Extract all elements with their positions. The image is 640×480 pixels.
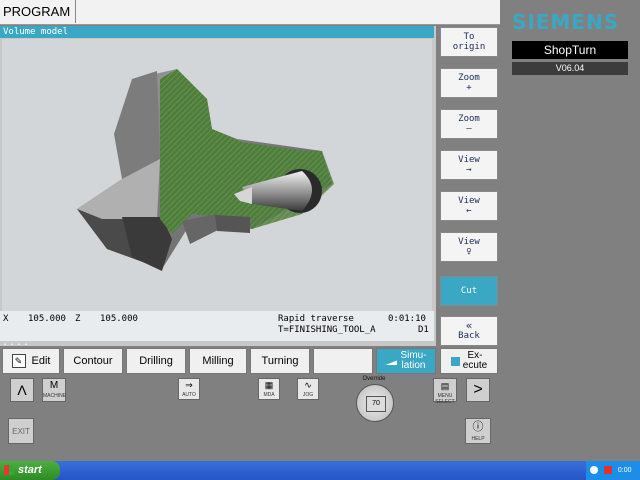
zoom-out-button[interactable]: Zoom –: [440, 109, 498, 139]
override-dial[interactable]: 70: [356, 384, 394, 422]
part-3d-model: [77, 69, 334, 271]
x-axis-label: X: [3, 314, 9, 324]
view-left-button[interactable]: View ←: [440, 191, 498, 221]
z-axis-value: 105.000: [100, 314, 138, 324]
pencil-icon: ✎: [11, 354, 26, 368]
mda-icon: ▦: [264, 380, 274, 390]
auto-arrow-icon: ⇒: [185, 380, 193, 390]
jog-caption: JOG: [302, 392, 314, 398]
volume-model-viewport[interactable]: [2, 39, 432, 311]
run-time: 0:01:10: [388, 314, 426, 324]
milling-button[interactable]: Milling: [189, 348, 247, 374]
simulation-button[interactable]: Simu- lation: [376, 348, 436, 374]
taskbar: [0, 461, 640, 480]
simulation-icon: [385, 360, 398, 365]
auto-caption: AUTO: [182, 392, 196, 398]
override-value: 70: [366, 396, 386, 412]
auto-key[interactable]: ⇒ AUTO: [178, 378, 200, 400]
menu-select-key[interactable]: ▤ MENU SELECT: [433, 378, 457, 405]
simulation-panel: Volume model X 105.000 Z 105.000 Rapid t…: [0, 26, 436, 346]
edit-label: Edit: [31, 355, 51, 367]
start-button[interactable]: start: [0, 461, 60, 480]
mda-key[interactable]: ▦ MDA: [258, 378, 280, 400]
menu-caption: MENU SELECT: [435, 393, 455, 405]
turning-button[interactable]: Turning: [250, 348, 310, 374]
info-icon: ⓘ: [472, 421, 484, 433]
status-area: X 105.000 Z 105.000 Rapid traverse 0:01:…: [0, 311, 434, 341]
traverse-mode: Rapid traverse: [278, 314, 354, 324]
machine-icon: M: [49, 380, 59, 391]
back-button[interactable]: « Back: [440, 316, 498, 346]
x-axis-value: 105.000: [28, 314, 66, 324]
view-right-button[interactable]: View →: [440, 150, 498, 180]
program-title: PROGRAM: [0, 0, 76, 23]
machine-key[interactable]: M MACHINE: [42, 378, 66, 402]
tray-icon: [603, 466, 612, 475]
double-chevron-left-icon: «: [465, 319, 473, 332]
drilling-button[interactable]: Drilling: [126, 348, 186, 374]
help-key[interactable]: ⓘ HELP: [465, 418, 491, 444]
back-label: Back: [458, 331, 480, 341]
title-bar: PROGRAM: [0, 0, 500, 25]
machine-caption: MACHINE: [43, 393, 67, 399]
execute-icon: [450, 356, 460, 366]
z-axis-label: Z: [75, 314, 81, 324]
up-arrow-key[interactable]: Λ: [10, 378, 34, 402]
progress-dots: ....: [2, 337, 31, 348]
help-caption: HELP: [471, 436, 485, 442]
clock: 0:00: [617, 467, 632, 474]
jog-icon: ∿: [304, 380, 312, 390]
blank-softkey[interactable]: [313, 348, 373, 374]
product-name: ShopTurn: [512, 41, 628, 59]
jog-key[interactable]: ∿ JOG: [297, 378, 319, 400]
edit-button[interactable]: ✎ Edit: [2, 348, 60, 374]
zoom-in-button[interactable]: Zoom +: [440, 68, 498, 98]
override-label: Override: [362, 376, 386, 382]
version-label: V06.04: [512, 62, 628, 75]
simulation-label: Simu- lation: [400, 350, 427, 371]
contour-button[interactable]: Contour: [63, 348, 123, 374]
siemens-logo: SIEMENS: [512, 10, 620, 34]
menu-icon: ▤: [440, 381, 450, 391]
exit-key[interactable]: EXIT: [8, 418, 34, 444]
tool-name: T=FINISHING_TOOL_A: [278, 325, 376, 335]
windows-logo-icon: [4, 465, 14, 475]
to-origin-button[interactable]: To origin: [440, 27, 498, 57]
execute-button[interactable]: Ex- ecute: [440, 348, 498, 374]
network-icon: [590, 466, 598, 475]
right-arrow-key[interactable]: >: [466, 378, 490, 402]
system-tray: 0:00: [586, 461, 640, 480]
mda-caption: MDA: [263, 392, 275, 398]
tool-edge: D1: [418, 325, 429, 335]
start-label: start: [18, 464, 42, 476]
cut-button[interactable]: Cut: [440, 276, 498, 306]
execute-label: Ex- ecute: [462, 350, 488, 371]
view-rotate-button[interactable]: View ♀: [440, 232, 498, 262]
view-header: Volume model: [0, 26, 434, 38]
